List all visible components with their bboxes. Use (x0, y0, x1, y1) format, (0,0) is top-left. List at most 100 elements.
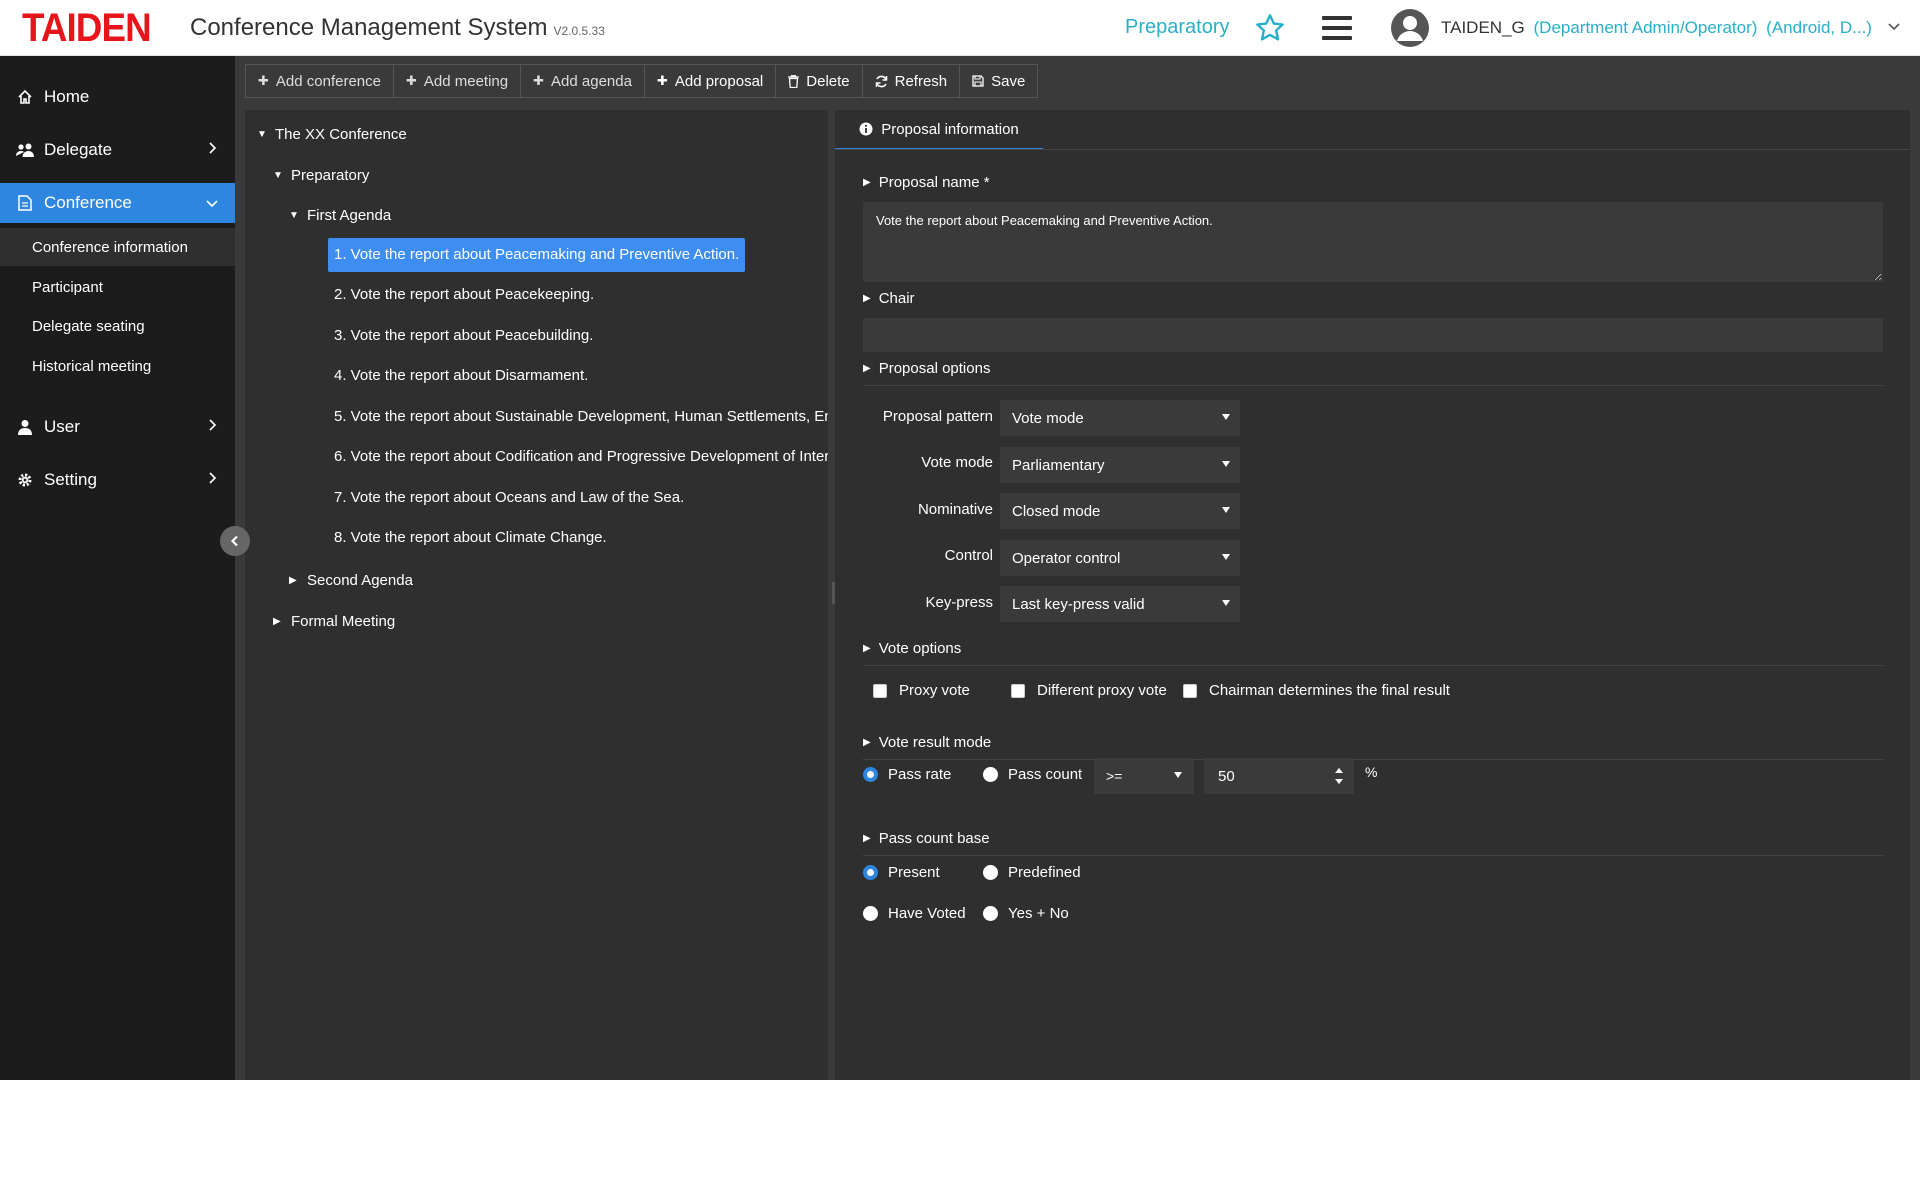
select-value: Last key-press valid (1012, 595, 1145, 613)
tree-node-agenda-first[interactable]: ▼ First Agenda (289, 207, 391, 224)
tree-proposal-item[interactable]: 2. Vote the report about Peacekeeping. (328, 278, 600, 312)
tree-proposal-item[interactable]: 1. Vote the report about Peacemaking and… (328, 238, 746, 272)
refresh-button[interactable]: Refresh (861, 64, 961, 98)
caret-down-icon[interactable]: ▼ (257, 129, 267, 140)
taiden-logo: TAIDEN (22, 6, 152, 50)
key-press-select[interactable]: Last key-press valid (1000, 586, 1240, 622)
caret-down-icon[interactable]: ▼ (289, 210, 299, 221)
radio-button[interactable] (863, 865, 878, 880)
select-value: Closed mode (1012, 502, 1101, 520)
caret-down-icon[interactable]: ▼ (273, 170, 283, 181)
control-label: Control (944, 547, 993, 564)
tree-proposal-item[interactable]: 6. Vote the report about Codification an… (328, 440, 828, 474)
chairman-final-result-checkbox[interactable]: Chairman determines the final result (1183, 682, 1450, 699)
delete-button[interactable]: Delete (775, 64, 863, 98)
radio-button[interactable] (983, 865, 998, 880)
base-predefined-radio[interactable]: Predefined (983, 864, 1081, 881)
sidebar-sub-delegate-seating[interactable]: Delegate seating (0, 307, 235, 345)
meeting-status[interactable]: Preparatory (1125, 16, 1230, 39)
avatar-icon[interactable] (1390, 8, 1430, 48)
checkbox-box[interactable] (1183, 683, 1197, 698)
base-have-voted-radio[interactable]: Have Voted (863, 905, 966, 922)
radio-button[interactable] (983, 767, 998, 782)
nominative-select[interactable]: Closed mode (1000, 493, 1240, 529)
checkbox-box[interactable] (1011, 683, 1025, 698)
section-proposal-options[interactable]: ▶ Proposal options (863, 360, 1883, 377)
tree-proposal-item[interactable]: 4. Vote the report about Disarmament. (328, 359, 594, 393)
chair-input[interactable] (863, 318, 1883, 352)
refresh-label: Refresh (894, 72, 948, 90)
caret-down-icon (1222, 414, 1230, 420)
tree-node-meeting-formal[interactable]: ▶ Formal Meeting (273, 613, 395, 630)
different-proxy-vote-checkbox[interactable]: Different proxy vote (1011, 682, 1167, 699)
proposal-name-textarea[interactable]: Vote the report about Peacemaking and Pr… (863, 202, 1883, 282)
caret-down-icon (1222, 600, 1230, 606)
pass-value-input[interactable]: 50 (1204, 758, 1354, 794)
pass-rate-radio[interactable]: Pass rate (863, 766, 951, 783)
chevron-down-icon[interactable] (1886, 18, 1902, 34)
collapse-sidebar-button[interactable] (220, 526, 250, 556)
radio-button[interactable] (863, 906, 878, 921)
main-content: ✚ Add conference ✚ Add meeting ✚ Add agenda… (235, 56, 1920, 1080)
caret-right-icon: ▶ (863, 293, 871, 304)
caret-right-icon[interactable]: ▶ (273, 616, 283, 627)
tree-proposal-item[interactable]: 5. Vote the report about Sustainable Dev… (328, 400, 828, 434)
comparison-operator-select[interactable]: >= (1094, 758, 1194, 794)
base-yes-no-radio[interactable]: Yes + No (983, 905, 1069, 922)
caret-right-icon[interactable]: ▶ (289, 575, 299, 586)
user-info[interactable]: TAIDEN_G (Department Admin/Operator) (An… (1441, 18, 1872, 38)
tree-label-meeting-preparatory: Preparatory (291, 167, 370, 184)
trash-icon (788, 74, 800, 88)
sidebar-label-user: User (44, 417, 80, 436)
refresh-icon (875, 75, 888, 88)
tree-node-agenda-second[interactable]: ▶ Second Agenda (289, 572, 413, 589)
star-icon[interactable] (1254, 12, 1286, 44)
sidebar-sub-conference-information[interactable]: Conference information (0, 228, 235, 266)
proxy-vote-checkbox[interactable]: Proxy vote (873, 682, 970, 699)
vote-mode-select[interactable]: Parliamentary (1000, 447, 1240, 483)
section-chair[interactable]: ▶ Chair (863, 290, 1883, 307)
section-vote-result-mode[interactable]: ▶ Vote result mode (863, 734, 1883, 751)
add-conference-button[interactable]: ✚ Add conference (245, 64, 394, 98)
tree-proposal-item[interactable]: 8. Vote the report about Climate Change. (328, 521, 613, 555)
radio-label: Pass rate (888, 766, 952, 783)
app-title-text: Conference Management System (190, 14, 548, 41)
spinner-arrows-icon[interactable] (1334, 764, 1344, 788)
add-proposal-button[interactable]: ✚ Add proposal (643, 64, 777, 98)
section-pass-count-base[interactable]: ▶ Pass count base (863, 830, 1883, 847)
caret-down-icon (1222, 554, 1230, 560)
sidebar-item-conference[interactable]: Conference (0, 183, 235, 223)
hamburger-menu-icon[interactable] (1322, 16, 1352, 40)
sidebar-item-home[interactable]: Home (0, 72, 235, 122)
control-select[interactable]: Operator control (1000, 540, 1240, 576)
sidebar-sub-historical-meeting[interactable]: Historical meeting (0, 347, 235, 385)
base-present-radio[interactable]: Present (863, 864, 940, 881)
home-icon (16, 88, 34, 106)
proposal-pattern-select[interactable]: Vote mode (1000, 400, 1240, 436)
pass-count-radio[interactable]: Pass count (983, 766, 1082, 783)
tree-label-meeting-formal: Formal Meeting (291, 613, 396, 630)
tree-node-meeting-preparatory[interactable]: ▼ Preparatory (273, 167, 369, 184)
section-divider (863, 385, 1883, 386)
caret-down-icon (1222, 461, 1230, 467)
add-meeting-button[interactable]: ✚ Add meeting (392, 64, 522, 98)
sidebar-item-setting[interactable]: Setting (0, 455, 235, 505)
tree-proposal-item[interactable]: 7. Vote the report about Oceans and Law … (328, 481, 690, 515)
checkbox-box[interactable] (873, 683, 887, 698)
add-conference-label: Add conference (275, 72, 381, 90)
tree-proposal-item[interactable]: 3. Vote the report about Peacebuilding. (328, 319, 599, 353)
save-button[interactable]: Save (959, 64, 1039, 98)
tree-node-conference[interactable]: ▼ The XX Conference (257, 126, 407, 143)
sidebar-sub-participant[interactable]: Participant (0, 268, 235, 306)
add-agenda-button[interactable]: ✚ Add agenda (520, 64, 645, 98)
section-label: Proposal options (878, 360, 991, 377)
sidebar-item-delegate[interactable]: Delegate (0, 125, 235, 175)
sidebar-item-user[interactable]: User (0, 402, 235, 452)
radio-button[interactable] (863, 767, 878, 782)
radio-button[interactable] (983, 906, 998, 921)
sidebar-label-delegate: Delegate (44, 140, 113, 159)
radio-label: Pass count (1008, 766, 1083, 783)
tab-proposal-information[interactable]: Proposal information (835, 110, 1043, 150)
section-vote-options[interactable]: ▶ Vote options (863, 640, 1883, 657)
section-proposal-name[interactable]: ▶ Proposal name * (863, 174, 1883, 191)
